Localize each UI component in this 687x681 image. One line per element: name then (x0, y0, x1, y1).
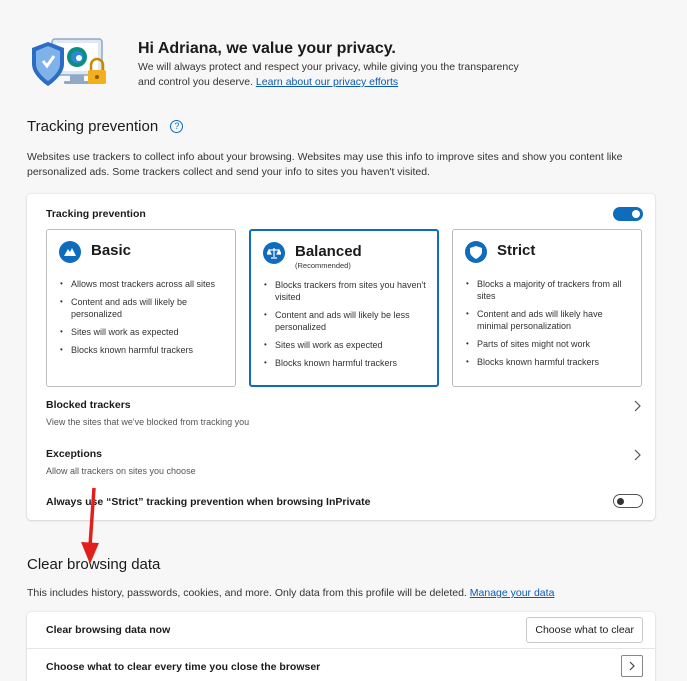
option-strict-title: Strict (497, 242, 536, 259)
help-icon[interactable]: ? (170, 119, 184, 133)
clear-on-close-button[interactable] (621, 655, 643, 677)
list-item: Content and ads will likely have minimal… (465, 308, 631, 332)
list-item: Sites will work as expected (263, 339, 427, 351)
exceptions-row[interactable]: Exceptions Allow all trackers on sites y… (46, 448, 642, 484)
blocked-trackers-title: Blocked trackers (46, 399, 131, 411)
tracking-description: Websites use trackers to collect info ab… (27, 151, 623, 178)
strict-icon (465, 241, 487, 263)
list-item: Blocks a majority of trackers from all s… (465, 278, 631, 302)
tracking-toggle[interactable] (613, 207, 643, 221)
option-balanced-subtitle: (Recommended) (295, 261, 351, 270)
option-balanced-title: Balanced (295, 243, 362, 260)
blocked-trackers-row[interactable]: Blocked trackers View the sites that we'… (46, 399, 642, 435)
option-balanced[interactable]: Balanced (Recommended) Blocks trackers f… (249, 229, 439, 387)
chevron-right-icon (629, 661, 635, 671)
choose-what-to-clear-button[interactable]: Choose what to clear (526, 617, 643, 643)
inprivate-toggle[interactable] (613, 494, 643, 508)
clear-desc-text: This includes history, passwords, cookie… (27, 587, 467, 599)
list-item: Content and ads will likely be less pers… (263, 309, 427, 333)
hero-title: Hi Adriana, we value your privacy. (138, 40, 396, 57)
clear-description: This includes history, passwords, cookie… (27, 586, 554, 601)
clear-section-title: Clear browsing data (27, 556, 161, 573)
list-item: Content and ads will likely be personali… (59, 296, 225, 320)
manage-data-link[interactable]: Manage your data (470, 587, 555, 599)
clear-on-close-row[interactable]: Choose what to clear every time you clos… (27, 649, 655, 681)
exceptions-title: Exceptions (46, 448, 103, 460)
list-item: Blocks trackers from sites you haven't v… (263, 279, 427, 303)
option-basic[interactable]: Basic Allows most trackers across all si… (46, 229, 236, 387)
privacy-efforts-link[interactable]: Learn about our privacy efforts (256, 76, 398, 88)
chevron-right-icon (634, 400, 641, 412)
list-item: Allows most trackers across all sites (59, 278, 225, 290)
tracking-title-text: Tracking prevention (27, 118, 159, 135)
list-item: Blocks known harmful trackers (465, 356, 631, 368)
option-balanced-bullets: Blocks trackers from sites you haven't v… (263, 279, 427, 375)
option-strict-bullets: Blocks a majority of trackers from all s… (465, 278, 631, 374)
clear-now-label: Clear browsing data now (46, 624, 171, 636)
settings-page: Hi Adriana, we value your privacy. We wi… (8, 8, 687, 681)
toggle-knob (617, 497, 624, 505)
exceptions-sub: Allow all trackers on sites you choose (46, 466, 196, 476)
chevron-right-icon (634, 449, 641, 461)
tracking-section-title: Tracking prevention ? (27, 118, 184, 135)
inprivate-row: Always use “Strict” tracking prevention … (46, 496, 642, 512)
blocked-trackers-sub: View the sites that we've blocked from t… (46, 417, 250, 427)
basic-icon (59, 241, 81, 263)
option-basic-bullets: Allows most trackers across all sites Co… (59, 278, 225, 362)
list-item: Parts of sites might not work (465, 338, 631, 350)
privacy-hero: Hi Adriana, we value your privacy. We wi… (26, 36, 666, 98)
tracking-card: Tracking prevention Basic Allows most tr… (27, 194, 655, 520)
balanced-icon (263, 242, 285, 264)
privacy-illustration-icon (32, 38, 106, 86)
inprivate-label: Always use “Strict” tracking prevention … (46, 496, 371, 508)
clear-now-row: Clear browsing data now Choose what to c… (27, 612, 655, 648)
clear-card: Clear browsing data now Choose what to c… (27, 612, 655, 681)
list-item: Sites will work as expected (59, 326, 225, 338)
clear-on-close-label: Choose what to clear every time you clos… (46, 661, 321, 673)
tracking-card-title: Tracking prevention (46, 208, 146, 220)
toggle-knob (632, 210, 640, 218)
option-strict[interactable]: Strict Blocks a majority of trackers fro… (452, 229, 642, 387)
hero-description: We will always protect and respect your … (138, 60, 538, 90)
option-basic-title: Basic (91, 242, 132, 259)
list-item: Blocks known harmful trackers (263, 357, 427, 369)
list-item: Blocks known harmful trackers (59, 344, 225, 356)
